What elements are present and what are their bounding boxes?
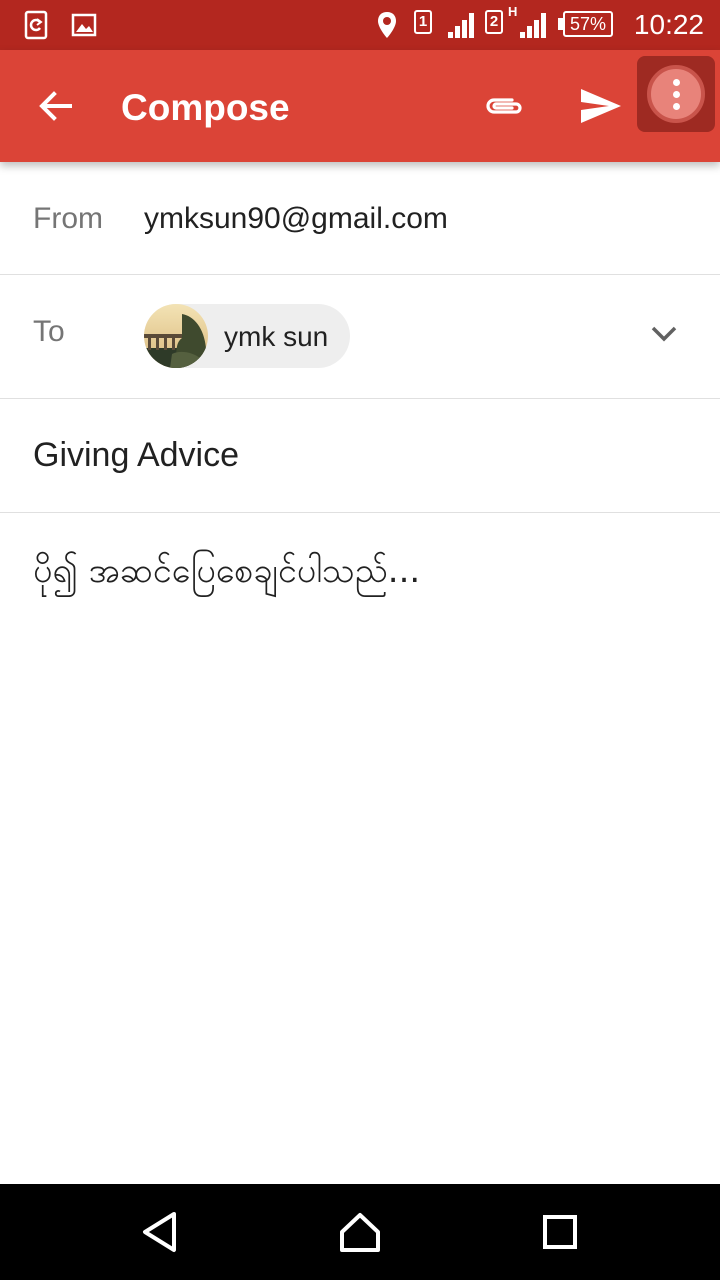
chevron-down-icon[interactable] — [646, 316, 682, 352]
from-account[interactable]: ymksun90@gmail.com — [144, 202, 448, 236]
image-icon — [70, 0, 98, 50]
sync-icon — [22, 0, 50, 50]
subject-field[interactable]: Giving Advice — [33, 436, 239, 475]
more-options-button[interactable] — [637, 56, 715, 132]
avatar — [144, 304, 208, 368]
recipient-chip[interactable]: ymk sun — [144, 304, 350, 368]
status-bar: 1 2 H 57% 10:22 — [0, 0, 720, 50]
home-icon[interactable] — [312, 1184, 408, 1280]
app-bar: Compose — [0, 50, 720, 162]
location-icon — [374, 0, 400, 50]
page-title: Compose — [121, 87, 290, 128]
to-row[interactable]: To — [0, 275, 720, 399]
battery-percent: 57% — [563, 11, 613, 37]
navigation-bar — [0, 1184, 720, 1280]
from-label: From — [33, 202, 103, 235]
sim2-badge: 2 — [485, 10, 503, 34]
more-vert-icon[interactable] — [647, 65, 705, 123]
clock: 10:22 — [633, 9, 704, 40]
recipient-name: ymk sun — [224, 321, 329, 352]
from-row: From ymksun90@gmail.com — [0, 162, 720, 275]
attach-icon[interactable] — [478, 50, 530, 162]
body-field[interactable]: ပို၍ အဆင်ပြေစေချင်ပါသည်... — [33, 548, 420, 599]
signal-icon — [516, 0, 550, 50]
sim1-badge: 1 — [414, 10, 432, 34]
back-triangle-icon[interactable] — [112, 1184, 208, 1280]
to-label: To — [33, 315, 65, 348]
back-arrow-icon[interactable] — [24, 50, 88, 162]
send-icon[interactable] — [574, 50, 628, 162]
signal-icon — [444, 0, 478, 50]
recents-icon[interactable] — [512, 1184, 608, 1280]
